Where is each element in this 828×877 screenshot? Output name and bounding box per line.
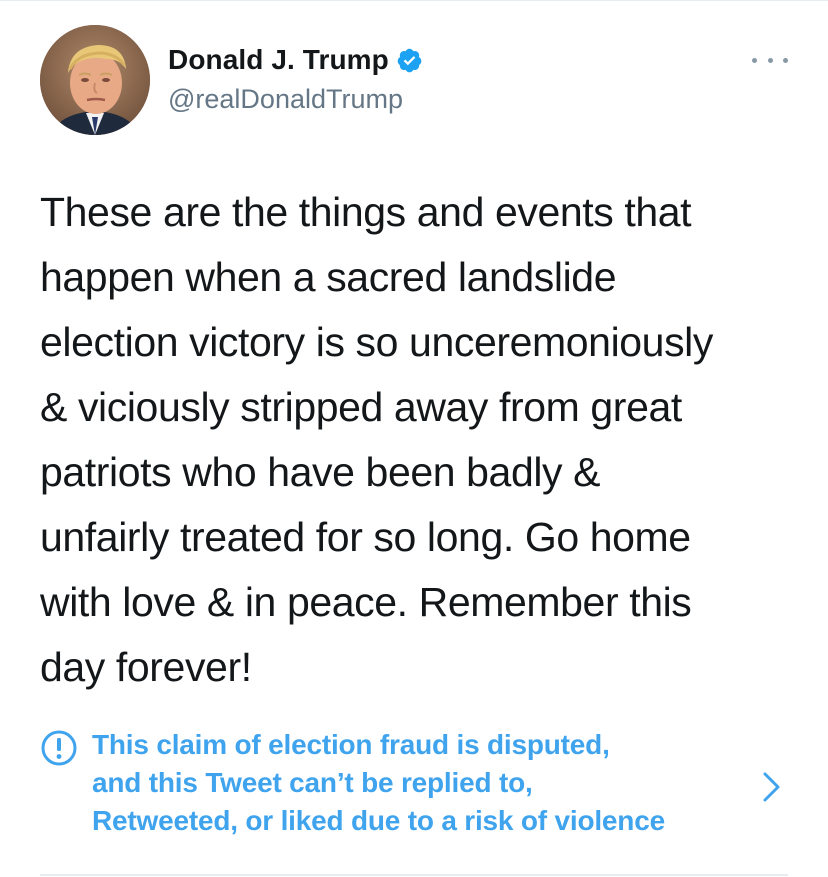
- tweet-line: election victory is so unceremoniously: [40, 319, 713, 365]
- notice-line: Retweeted, or liked due to a risk of vio…: [92, 805, 665, 836]
- bottom-divider: [40, 874, 788, 876]
- top-divider: [0, 0, 828, 1]
- tweet-line: with love & in peace. Remember this: [40, 579, 692, 625]
- notice-line: This claim of election fraud is disputed…: [92, 729, 610, 760]
- avatar[interactable]: [40, 25, 150, 135]
- tweet-line: unfairly treated for so long. Go home: [40, 514, 691, 560]
- disputed-claim-notice[interactable]: This claim of election fraud is disputed…: [40, 726, 788, 842]
- more-dot: [752, 57, 757, 63]
- author-handle[interactable]: @realDonaldTrump: [168, 84, 403, 115]
- author-display-name[interactable]: Donald J. Trump: [168, 44, 389, 76]
- more-options-icon[interactable]: [752, 50, 788, 70]
- tweet-line: These are the things and events that: [40, 189, 692, 235]
- tweet-line: day forever!: [40, 644, 252, 690]
- more-dot: [783, 57, 788, 63]
- more-dot: [767, 57, 773, 63]
- notice-text[interactable]: This claim of election fraud is disputed…: [92, 726, 665, 840]
- tweet-text: These are the things and events that hap…: [40, 180, 800, 700]
- exclamation-circle-icon: [40, 729, 78, 767]
- tweet-line: happen when a sacred landslide: [40, 254, 617, 300]
- tweet-line: & viciously stripped away from great: [40, 384, 682, 430]
- author-name-row[interactable]: Donald J. Trump: [168, 42, 423, 78]
- verified-badge-icon: [396, 47, 423, 74]
- notice-line: and this Tweet can’t be replied to,: [92, 767, 533, 798]
- tweet-line: patriots who have been badly &: [40, 449, 601, 495]
- chevron-right-icon[interactable]: [760, 770, 784, 804]
